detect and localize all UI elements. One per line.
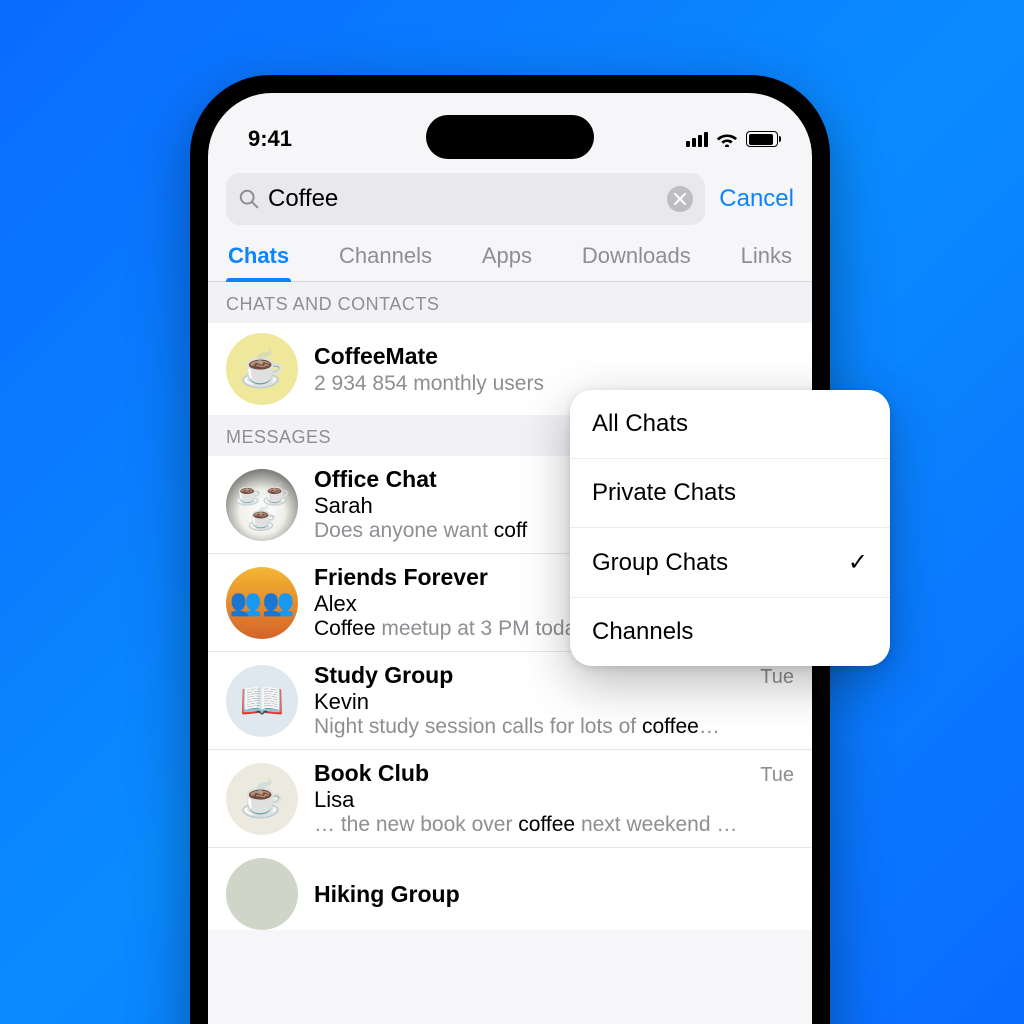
message-preview: … the new book over coffee next weekend … — [314, 813, 794, 837]
wifi-icon — [716, 131, 738, 147]
popover-item-label: Group Chats — [592, 549, 728, 577]
message-sender: Lisa — [314, 787, 794, 813]
popover-item[interactable]: Group Chats ✓ — [570, 528, 890, 598]
message-row[interactable]: 📖 Study Group TueKevinNight study session … — [208, 652, 812, 750]
message-title: Hiking Group — [314, 881, 460, 908]
message-time: Tue — [760, 666, 794, 689]
avatar: ☕ — [226, 763, 298, 835]
section-header-contacts: CHATS AND CONTACTS — [208, 282, 812, 323]
message-row[interactable]: ☕ Book Club TueLisa… the new book over cof… — [208, 750, 812, 848]
search-row: Coffee Cancel — [208, 167, 812, 235]
clear-search-button[interactable] — [667, 186, 693, 212]
contact-name: CoffeeMate — [314, 343, 794, 370]
popover-item-label: Private Chats — [592, 479, 736, 507]
popover-item[interactable]: Private Chats — [570, 459, 890, 528]
message-title: Office Chat — [314, 466, 437, 493]
check-icon: ✓ — [848, 548, 868, 577]
popover-item[interactable]: Channels — [570, 598, 890, 666]
avatar: 📖 — [226, 665, 298, 737]
cancel-button[interactable]: Cancel — [719, 185, 794, 213]
row-body: Study Group TueKevinNight study session c… — [314, 662, 794, 739]
tab-channels[interactable]: Channels — [337, 235, 434, 281]
status-time: 9:41 — [248, 126, 292, 152]
status-right — [686, 131, 778, 147]
filter-popover: All Chats Private Chats Group Chats ✓ Channe… — [570, 390, 890, 666]
message-sender: Kevin — [314, 689, 794, 715]
avatar: ☕ — [226, 333, 298, 405]
tab-chats[interactable]: Chats — [226, 235, 291, 281]
search-input[interactable]: Coffee — [226, 173, 705, 225]
popover-item-label: All Chats — [592, 410, 688, 438]
popover-item[interactable]: All Chats — [570, 390, 890, 459]
cellular-signal-icon — [686, 131, 708, 147]
tab-downloads[interactable]: Downloads — [580, 235, 693, 281]
avatar — [226, 858, 298, 930]
search-tabs: Chats Channels Apps Downloads Links — [208, 235, 812, 282]
message-time: Tue — [760, 764, 794, 787]
avatar — [226, 469, 298, 541]
message-title: Book Club — [314, 760, 429, 787]
popover-item-label: Channels — [592, 618, 693, 646]
message-row[interactable]: Hiking Group — [208, 848, 812, 930]
message-preview: Night study session calls for lots of co… — [314, 715, 794, 739]
tab-links[interactable]: Links — [739, 235, 794, 281]
message-title: Friends Forever — [314, 564, 488, 591]
message-title: Study Group — [314, 662, 453, 689]
search-query: Coffee — [268, 185, 659, 213]
row-body: CoffeeMate 2 934 854 monthly users — [314, 343, 794, 396]
row-body: Hiking Group — [314, 881, 794, 908]
avatar — [226, 567, 298, 639]
dynamic-island — [426, 115, 594, 159]
tab-apps[interactable]: Apps — [480, 235, 534, 281]
search-icon — [238, 188, 260, 210]
battery-icon — [746, 131, 778, 147]
row-body: Book Club TueLisa… the new book over coff… — [314, 760, 794, 837]
